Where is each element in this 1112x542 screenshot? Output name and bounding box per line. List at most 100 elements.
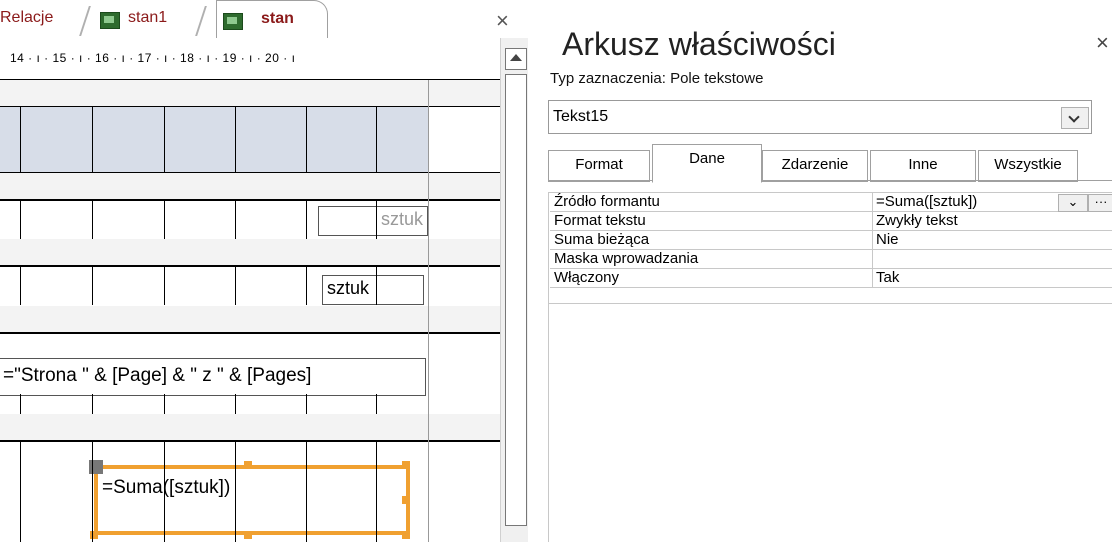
property-name: Źródło formantu bbox=[554, 193, 660, 210]
scroll-thumb[interactable] bbox=[505, 74, 527, 526]
table-icon bbox=[223, 13, 243, 30]
table-icon bbox=[100, 12, 120, 29]
tab-relacje[interactable]: Relacje bbox=[0, 0, 53, 36]
column-header-cells bbox=[0, 106, 428, 172]
grid-line bbox=[20, 394, 21, 414]
property-row[interactable]: Format tekstu Zwykły tekst bbox=[550, 212, 1112, 231]
tab-dane[interactable]: Dane bbox=[652, 144, 762, 183]
property-name: Suma bieżąca bbox=[554, 231, 650, 248]
section-bar[interactable] bbox=[0, 306, 500, 332]
tab-stan[interactable]: stan bbox=[216, 0, 328, 38]
property-sheet: Arkusz właściwości × Typ zaznaczenia: Po… bbox=[530, 0, 1112, 542]
grid-line bbox=[306, 199, 307, 239]
tab-stan1[interactable]: stan1 bbox=[128, 0, 167, 36]
tab-format-label: Format bbox=[575, 156, 623, 173]
tab-inne[interactable]: Inne bbox=[870, 150, 976, 182]
close-icon[interactable]: × bbox=[496, 10, 509, 32]
tab-separator bbox=[195, 6, 207, 36]
grid-line bbox=[164, 199, 165, 239]
object-selector-value: Tekst15 bbox=[553, 108, 609, 125]
grid-line bbox=[92, 106, 93, 172]
section-bar[interactable] bbox=[0, 414, 500, 440]
grid-line bbox=[164, 265, 165, 305]
selection-type-label: Typ zaznaczenia: Pole tekstowe bbox=[550, 70, 764, 87]
grid-line bbox=[306, 106, 307, 172]
grid-line bbox=[306, 440, 307, 542]
property-value[interactable]: Zwykły tekst bbox=[876, 212, 958, 230]
section-bar[interactable] bbox=[0, 173, 500, 199]
grid-line bbox=[235, 440, 236, 542]
property-grid: Źródło formantu =Suma([sztuk]) ⌄ ··· For… bbox=[550, 193, 1112, 288]
grid-line bbox=[92, 265, 93, 305]
grid-line bbox=[20, 106, 21, 172]
grid-line bbox=[92, 199, 93, 239]
grid-line bbox=[306, 265, 307, 305]
report-width-line[interactable] bbox=[428, 80, 429, 542]
tabs-divider bbox=[548, 180, 1112, 181]
resize-handle[interactable] bbox=[402, 461, 410, 469]
grid-line bbox=[376, 394, 377, 414]
tab-stan1-label: stan1 bbox=[128, 9, 168, 26]
close-icon[interactable]: × bbox=[1096, 30, 1109, 56]
property-value[interactable]: =Suma([sztuk]) bbox=[876, 193, 977, 211]
column-divider bbox=[872, 231, 873, 249]
property-row[interactable]: Suma bieżąca Nie bbox=[550, 231, 1112, 250]
tab-wszystkie-label: Wszystkie bbox=[994, 156, 1062, 173]
vertical-scrollbar[interactable] bbox=[500, 38, 528, 542]
tab-format[interactable]: Format bbox=[548, 150, 650, 182]
column-divider bbox=[872, 250, 873, 268]
property-name: Maska wprowadzania bbox=[554, 250, 699, 267]
band-divider bbox=[0, 199, 500, 201]
dropdown-arrow-icon[interactable]: ⌄ bbox=[1058, 194, 1088, 212]
tab-inne-label: Inne bbox=[908, 156, 938, 173]
resize-handle[interactable] bbox=[402, 531, 410, 539]
builder-icon[interactable]: ··· bbox=[1088, 194, 1112, 212]
grid-line bbox=[376, 106, 377, 172]
object-selector[interactable]: Tekst15 bbox=[548, 100, 1092, 134]
grid-line bbox=[92, 394, 93, 414]
grid-line bbox=[376, 199, 377, 239]
sztuk-field-control[interactable]: sztuk bbox=[322, 275, 424, 305]
section-bar[interactable] bbox=[0, 239, 500, 265]
tab-stan-label: stan bbox=[261, 10, 294, 27]
page-number-control[interactable]: ="Strona " & [Page] & " z " & [Pages] bbox=[0, 358, 426, 396]
grid-line bbox=[92, 440, 93, 542]
column-divider bbox=[872, 269, 873, 287]
grid-line bbox=[235, 199, 236, 239]
dropdown-arrow-icon[interactable] bbox=[1061, 107, 1089, 129]
tab-relacje-label: Relacje bbox=[0, 9, 54, 26]
grid-line bbox=[235, 106, 236, 172]
tab-separator bbox=[79, 6, 91, 36]
property-row[interactable]: Włączony Tak bbox=[550, 269, 1112, 288]
grid-line bbox=[164, 440, 165, 542]
section-bar[interactable] bbox=[0, 80, 500, 106]
grid-line bbox=[376, 265, 377, 305]
grid-line bbox=[0, 106, 500, 107]
resize-handle[interactable] bbox=[244, 461, 252, 469]
column-divider bbox=[872, 212, 873, 230]
tab-wszystkie[interactable]: Wszystkie bbox=[978, 150, 1078, 182]
sztuk-text-control[interactable]: sztuk bbox=[318, 206, 428, 236]
resize-handle[interactable] bbox=[402, 496, 410, 504]
property-row[interactable]: Źródło formantu =Suma([sztuk]) ⌄ ··· bbox=[550, 193, 1112, 212]
scroll-up-icon[interactable] bbox=[505, 48, 527, 70]
tab-zdarzenie[interactable]: Zdarzenie bbox=[762, 150, 868, 182]
property-value[interactable]: Tak bbox=[876, 269, 899, 287]
grid-line bbox=[20, 440, 21, 542]
selection-frame[interactable] bbox=[94, 465, 410, 535]
grid-line bbox=[20, 265, 21, 305]
grid-line bbox=[306, 394, 307, 414]
property-grid-edge bbox=[548, 192, 549, 542]
report-design-pane: Relacje stan1 stan × 14 · ı · 15 · ı · 1… bbox=[0, 0, 528, 542]
tab-dane-label: Dane bbox=[689, 150, 725, 167]
ruler-scale: 14 · ı · 15 · ı · 16 · ı · 17 · ı · 18 ·… bbox=[10, 51, 296, 65]
band-divider bbox=[0, 265, 500, 267]
grid-line bbox=[20, 199, 21, 239]
property-row[interactable]: Maska wprowadzania bbox=[550, 250, 1112, 269]
band-divider bbox=[0, 332, 500, 334]
property-value[interactable]: Nie bbox=[876, 231, 899, 249]
grid-line bbox=[164, 106, 165, 172]
resize-handle[interactable] bbox=[244, 531, 252, 539]
horizontal-ruler: 14 · ı · 15 · ı · 16 · ı · 17 · ı · 18 ·… bbox=[0, 38, 500, 80]
property-name: Włączony bbox=[554, 269, 620, 286]
